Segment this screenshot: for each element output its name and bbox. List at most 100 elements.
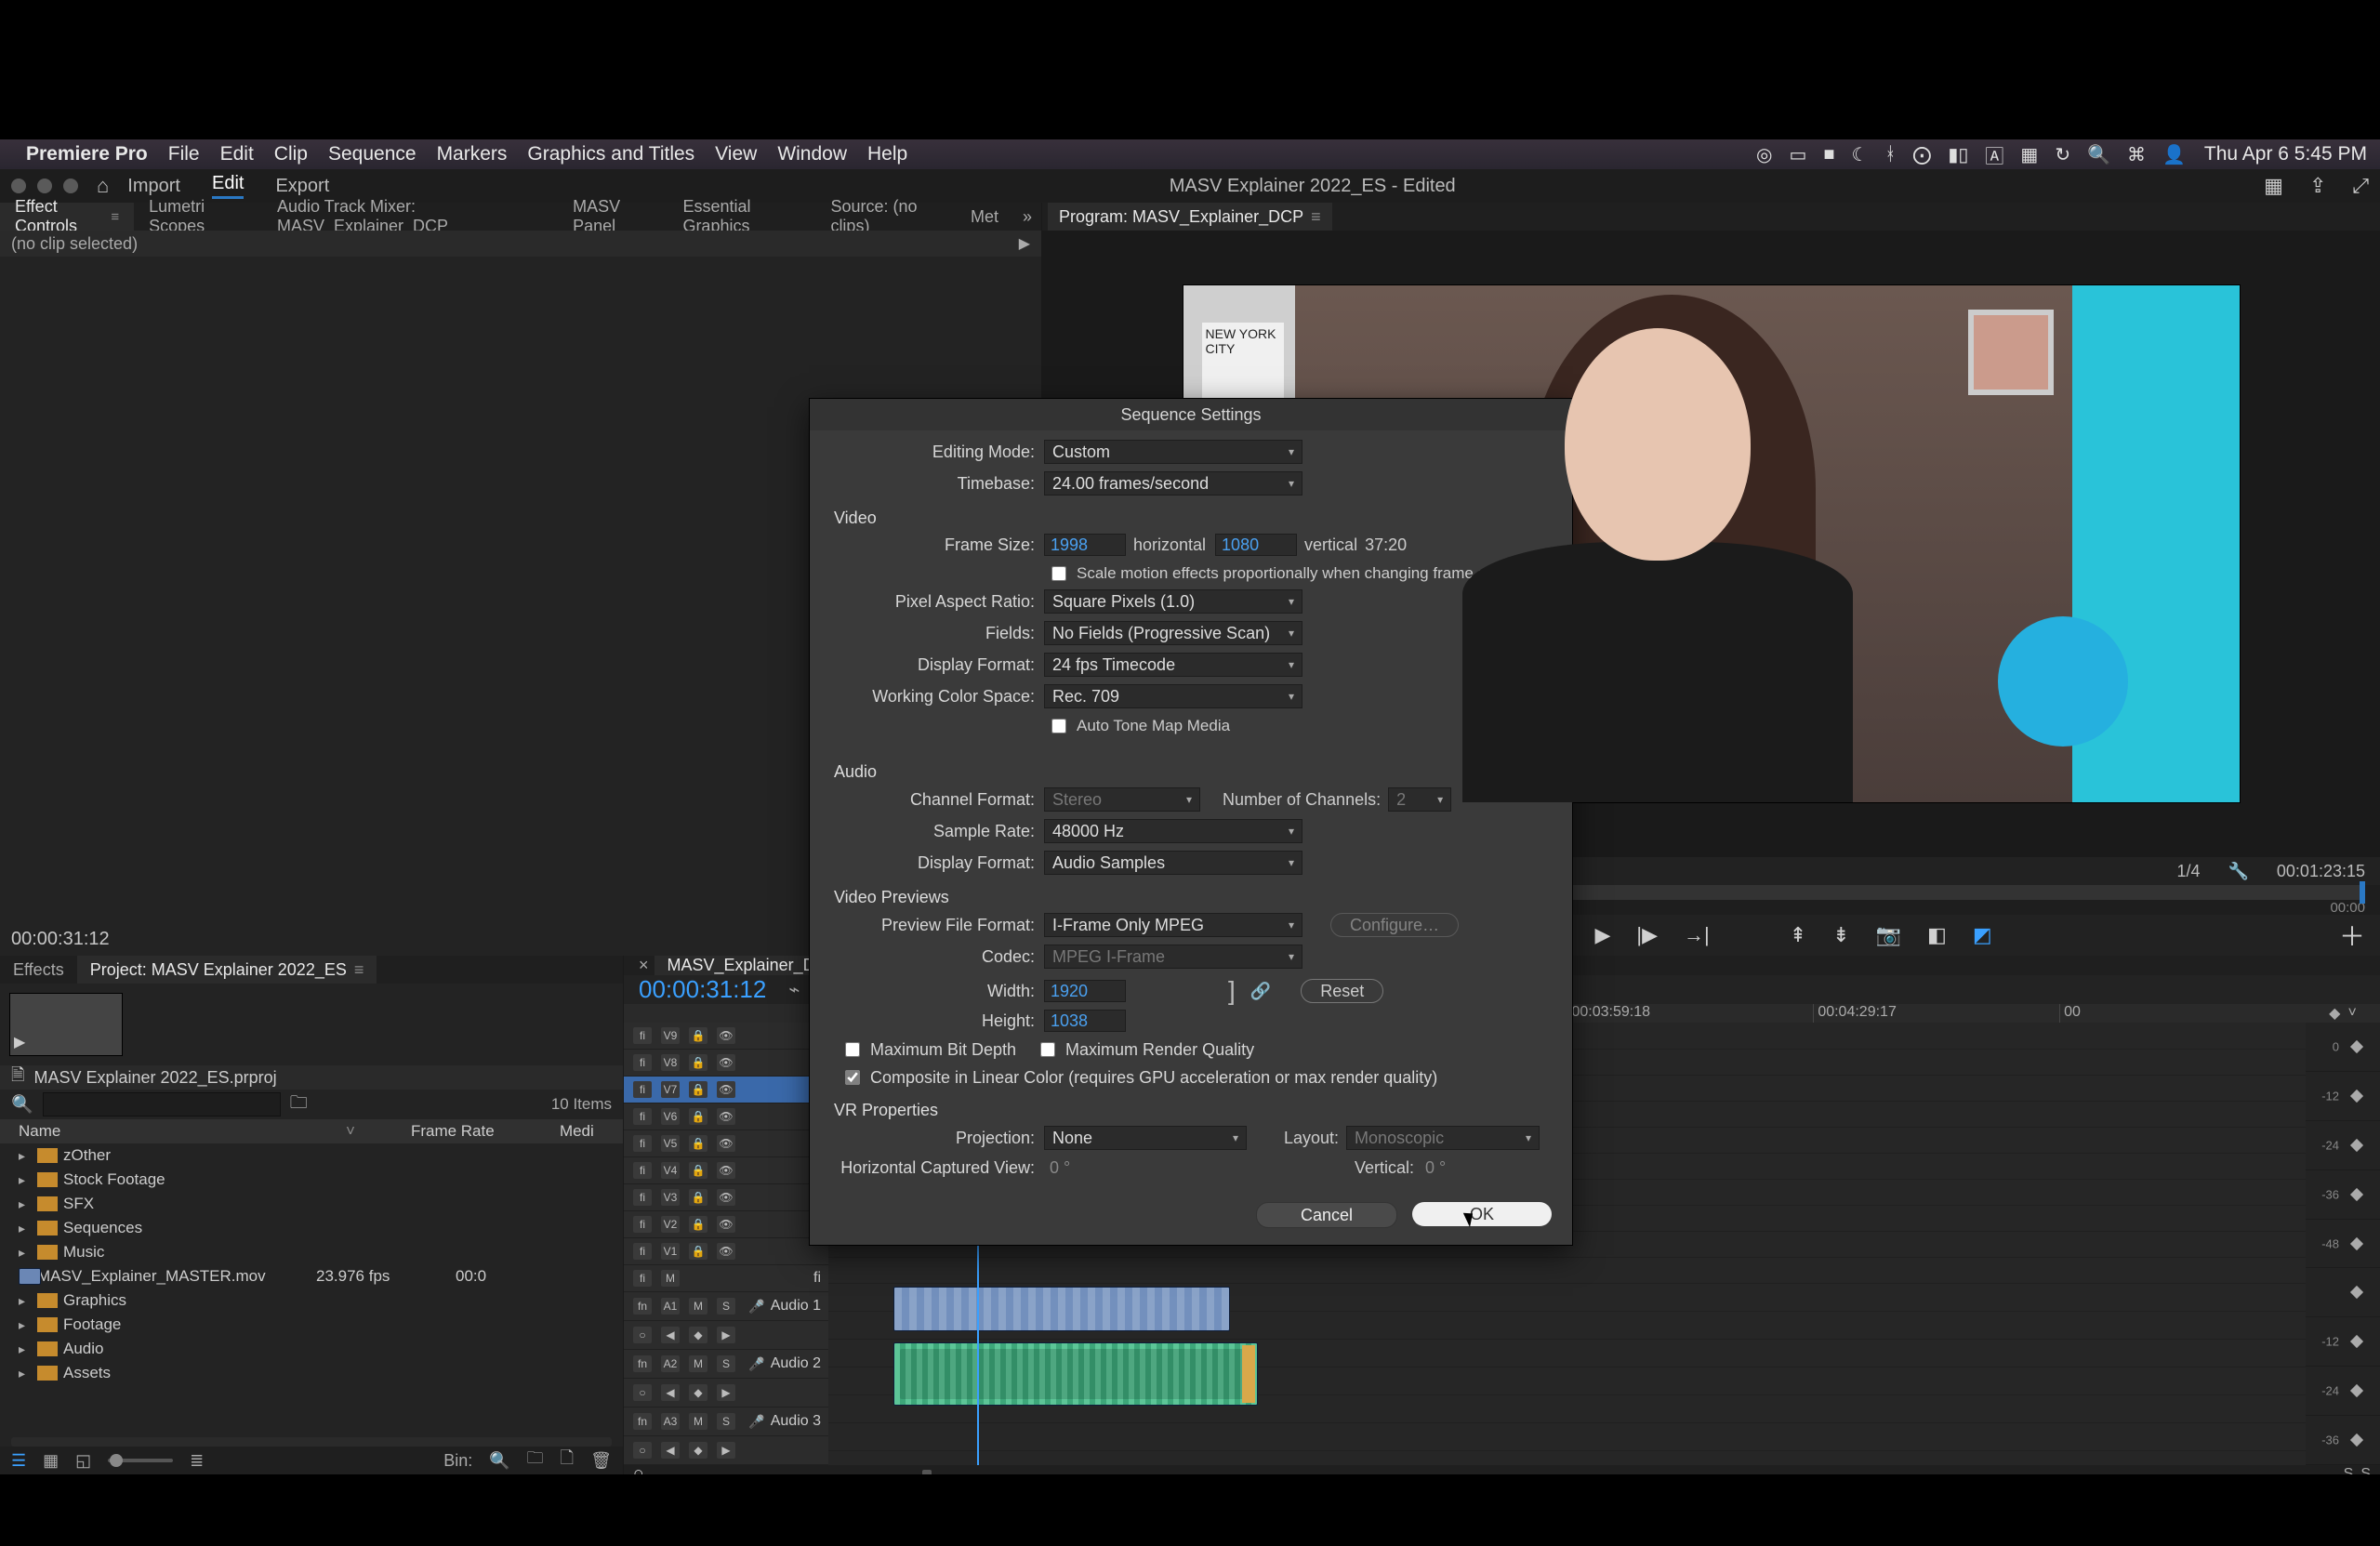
menu-markers[interactable]: Markers — [437, 143, 508, 165]
track-m-btn[interactable]: M — [689, 1413, 707, 1430]
track-right-btn[interactable]: ▶ — [717, 1327, 735, 1343]
timeline-clip[interactable] — [893, 1287, 1230, 1331]
track-s-btn[interactable]: S — [717, 1298, 735, 1315]
track-eye-btn[interactable]: 👁 — [717, 1216, 735, 1233]
keyframe-diamond-icon[interactable] — [2350, 1384, 2363, 1397]
filter-bin-icon[interactable]: 🗀 — [290, 1090, 308, 1119]
bin-row[interactable]: ▸ SFX — [0, 1192, 623, 1216]
tab-audio-track-mixer[interactable]: Audio Track Mixer: MASV_Explainer_DCP — [262, 203, 558, 231]
freeform-icon[interactable]: ◱ — [75, 1451, 91, 1471]
track-fn-btn[interactable]: fn — [633, 1355, 652, 1372]
twirl-icon[interactable]: ▸ — [19, 1172, 33, 1188]
dropdown-projection[interactable]: None▾ — [1044, 1126, 1247, 1150]
track-diamond-btn[interactable]: ◆ — [689, 1327, 707, 1343]
tab-masv-panel[interactable]: MASV Panel — [558, 203, 668, 231]
bin-row[interactable]: ▸ Sequences — [0, 1216, 623, 1240]
menu-sequence[interactable]: Sequence — [328, 143, 416, 165]
track-toggle-btn[interactable]: fi — [633, 1027, 652, 1044]
track-label-btn[interactable]: V9 — [661, 1027, 680, 1044]
track-toggle-btn[interactable]: fi — [633, 1216, 652, 1233]
home-icon[interactable]: ⌂ — [97, 174, 109, 198]
track-eye-btn[interactable]: 👁 — [717, 1243, 735, 1260]
dropdown-fields[interactable]: No Fields (Progressive Scan)▾ — [1044, 621, 1302, 645]
keyframe-diamond-icon[interactable] — [2350, 1286, 2363, 1299]
track-eye-btn[interactable]: 👁 — [717, 1135, 735, 1152]
video-track-header[interactable]: fi V8 🔒 👁 — [624, 1050, 828, 1077]
video-track-header[interactable]: fi V4 🔒 👁 — [624, 1157, 828, 1184]
tab-overflow-icon[interactable]: » — [1013, 207, 1041, 227]
track-toggle-btn[interactable]: fi — [633, 1135, 652, 1152]
project-file-row[interactable]: 🗎 MASV Explainer 2022_ES.prproj — [0, 1065, 623, 1090]
track-eye-btn[interactable]: 👁 — [717, 1189, 735, 1206]
project-thumbnail[interactable]: ▶ — [9, 993, 123, 1056]
input-frame-width[interactable]: 1998 — [1044, 534, 1126, 556]
ruler-chevron-icon[interactable]: ˅ — [2347, 1005, 2356, 1022]
track-label-btn[interactable]: V1 — [661, 1243, 680, 1260]
cancel-button[interactable]: Cancel — [1256, 1202, 1397, 1228]
track-label-btn[interactable]: V2 — [661, 1216, 680, 1233]
panel-menu-icon[interactable]: ≡ — [354, 960, 364, 980]
menubar-calendar-icon[interactable]: ▦ — [2020, 143, 2038, 166]
menu-window[interactable]: Window — [777, 143, 847, 165]
track-label-btn[interactable]: V4 — [661, 1162, 680, 1179]
list-view-icon[interactable]: ☰ — [11, 1451, 26, 1471]
track-index-btn[interactable]: A2 — [661, 1355, 680, 1372]
go-to-out-icon[interactable]: →| — [1684, 923, 1710, 947]
track-lock-btn[interactable]: 🔒 — [689, 1108, 707, 1125]
menu-file[interactable]: File — [168, 143, 200, 165]
track-label-btn[interactable]: V6 — [661, 1108, 680, 1125]
track-m-btn[interactable]: M — [661, 1270, 680, 1287]
track-lock-btn[interactable]: 🔒 — [689, 1027, 707, 1044]
app-name[interactable]: Premiere Pro — [26, 143, 148, 165]
track-index-btn[interactable]: A3 — [661, 1413, 680, 1430]
add-button-bar-item-icon[interactable]: ＋ — [2339, 917, 2365, 954]
tab-effect-controls[interactable]: Effect Controls≡ — [0, 203, 134, 231]
track-s-btn[interactable]: S — [717, 1413, 735, 1430]
track-diamond-btn[interactable]: ◆ — [689, 1442, 707, 1459]
input-frame-height[interactable]: 1080 — [1215, 534, 1297, 556]
display-icon[interactable]: ▭ — [1789, 143, 1806, 166]
dropdown-audio-display-format[interactable]: Audio Samples▾ — [1044, 851, 1302, 875]
track-lock-btn[interactable]: 🔒 — [689, 1216, 707, 1233]
track-toggle-btn[interactable]: fi — [633, 1243, 652, 1260]
menu-view[interactable]: View — [715, 143, 757, 165]
track-eye-btn[interactable]: 👁 — [717, 1108, 735, 1125]
checkbox-composite-linear[interactable] — [845, 1070, 860, 1085]
reset-button[interactable]: Reset — [1301, 979, 1383, 1003]
menubar-clock[interactable]: Thu Apr 6 5:45 PM — [2204, 143, 2367, 165]
track-fn-btn[interactable]: fi — [633, 1270, 652, 1287]
track-eye-btn[interactable]: 👁 — [717, 1162, 735, 1179]
extract-icon[interactable]: ⇟ — [1832, 923, 1849, 947]
close-tab-icon[interactable]: ≡ — [111, 209, 119, 225]
dropdown-editing-mode[interactable]: Custom▾ — [1044, 440, 1302, 464]
twirl-icon[interactable]: ▸ — [19, 1196, 33, 1212]
fullscreen-icon[interactable]: ⤢ — [2352, 174, 2369, 198]
link-size-icon[interactable]: 🔗 — [1250, 982, 1271, 1001]
track-lock-btn[interactable]: 🔒 — [689, 1162, 707, 1179]
track-left-btn[interactable]: ◀ — [661, 1442, 680, 1459]
wifi-icon[interactable]: ⨀ — [1912, 143, 1931, 166]
track-lock-btn[interactable]: 🔒 — [689, 1081, 707, 1098]
audio-track-subheader[interactable]: ○ ◀ ◆ ▶ — [624, 1321, 828, 1350]
project-h-scroll[interactable] — [11, 1437, 612, 1447]
checkbox-max-render-quality[interactable] — [1040, 1042, 1055, 1057]
bluetooth-icon[interactable]: ᚼ — [1884, 144, 1896, 165]
snap-icon[interactable]: ⌁ — [788, 978, 800, 1001]
spotlight-search-icon[interactable]: 🔍 — [2087, 143, 2110, 166]
track-s-btn[interactable]: S — [717, 1355, 735, 1372]
twirl-icon[interactable]: ▸ — [19, 1366, 33, 1381]
tab-project[interactable]: Project: MASV Explainer 2022_ES≡ — [77, 956, 377, 984]
keyframe-diamond-icon[interactable] — [2350, 1188, 2363, 1201]
bin-row[interactable]: ▸ zOther — [0, 1143, 623, 1168]
screen-record-icon[interactable]: ■ — [1823, 144, 1834, 165]
project-search-input[interactable] — [43, 1092, 281, 1117]
keyframe-diamond-icon[interactable] — [2350, 1236, 2363, 1249]
video-track-header[interactable]: fi V6 🔒 👁 — [624, 1103, 828, 1130]
zoom-window-dot[interactable] — [63, 178, 78, 193]
track-eye-btn[interactable]: 👁 — [717, 1081, 735, 1098]
play-icon[interactable]: ▶ — [1594, 923, 1610, 947]
effect-controls-clip-selector[interactable]: (no clip selected) ▶ — [0, 231, 1041, 257]
dropdown-timebase[interactable]: 24.00 frames/second▾ — [1044, 471, 1302, 496]
bin-row[interactable]: ▸ Music — [0, 1240, 623, 1264]
video-track-header[interactable]: fi V3 🔒 👁 — [624, 1184, 828, 1211]
